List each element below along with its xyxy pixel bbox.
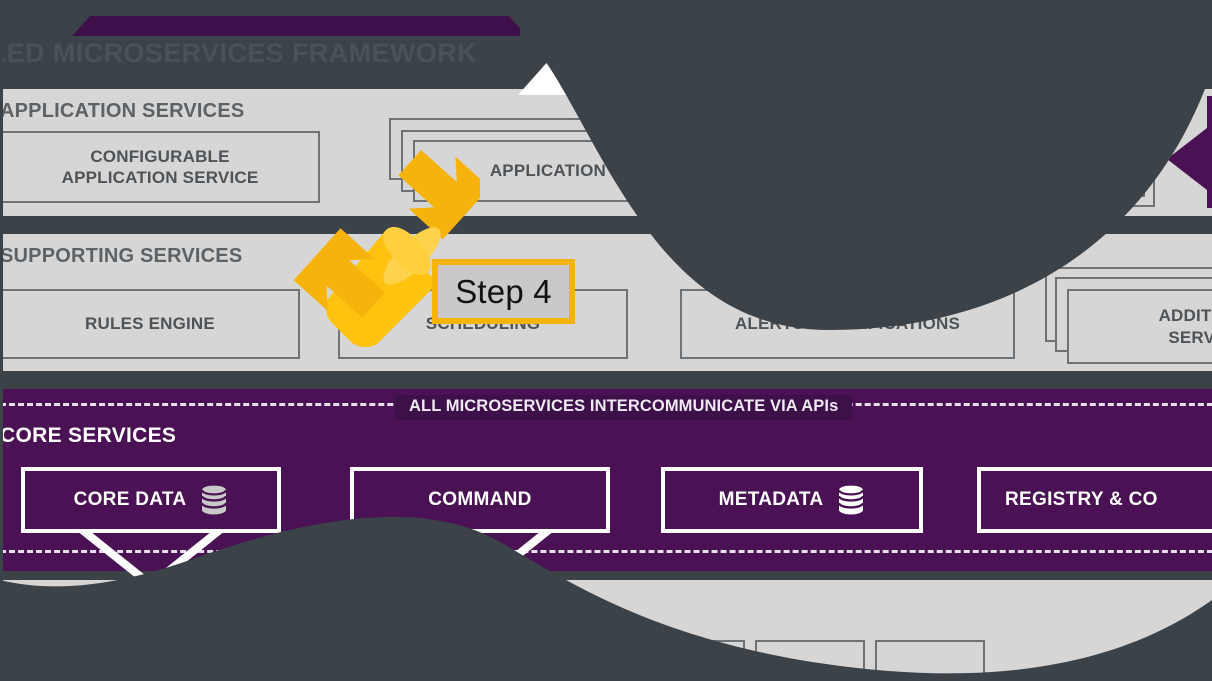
diagram-title: OUPLED MICROSERVICES FRAMEWORK bbox=[0, 38, 478, 68]
box-label: RULES ENGINE bbox=[85, 314, 215, 334]
box-label: CORE DATA bbox=[73, 489, 187, 510]
box-label: ADDITIONALSERVICES bbox=[1158, 306, 1212, 347]
step-callout-text: Step 4 bbox=[455, 272, 552, 310]
row-core-services: CORE SERVICES ALL MICROSERVICES INTERCOM… bbox=[0, 380, 1212, 591]
box-rules-engine[interactable]: RULES ENGINE bbox=[0, 289, 300, 359]
box-label: COMMAND bbox=[428, 489, 532, 510]
box-label: REGISTRY & CO bbox=[1005, 489, 1158, 510]
banner-trapezoid-shape bbox=[72, 16, 527, 36]
box-label: CONFIGURABLE APPLICATION SERVICE bbox=[61, 146, 259, 187]
api-intercommunication-note: ALL MICROSERVICES INTERCOMMUNICATE VIA A… bbox=[395, 395, 853, 420]
step-callout-label: Step 4 bbox=[432, 259, 575, 324]
row-supporting-services-label: SUPPORTING SERVICES bbox=[0, 245, 243, 267]
box-label: METADATA bbox=[718, 489, 824, 510]
database-icon bbox=[200, 485, 228, 515]
sdk-card-icon bbox=[1207, 96, 1212, 208]
box-core-data[interactable]: CORE DATA bbox=[21, 467, 281, 533]
box-configurable-application-service[interactable]: CONFIGURABLE APPLICATION SERVICE bbox=[0, 131, 320, 203]
viewport-mask-left bbox=[0, 0, 3, 681]
box-registry-config[interactable]: REGISTRY & CO bbox=[977, 467, 1212, 533]
box-metadata[interactable]: METADATA bbox=[661, 467, 923, 533]
arrow-up-left-icon bbox=[398, 149, 480, 240]
row-application-services-label: APPLICATION SERVICES bbox=[0, 100, 245, 122]
screenshot-canvas: OUPLED MICROSERVICES FRAMEWORK APPLICATI… bbox=[0, 0, 1212, 681]
database-icon bbox=[837, 485, 865, 515]
row-core-services-label: CORE SERVICES bbox=[0, 424, 177, 447]
box-supporting-additional-services[interactable]: ADDITIONALSERVICES bbox=[1067, 289, 1212, 364]
